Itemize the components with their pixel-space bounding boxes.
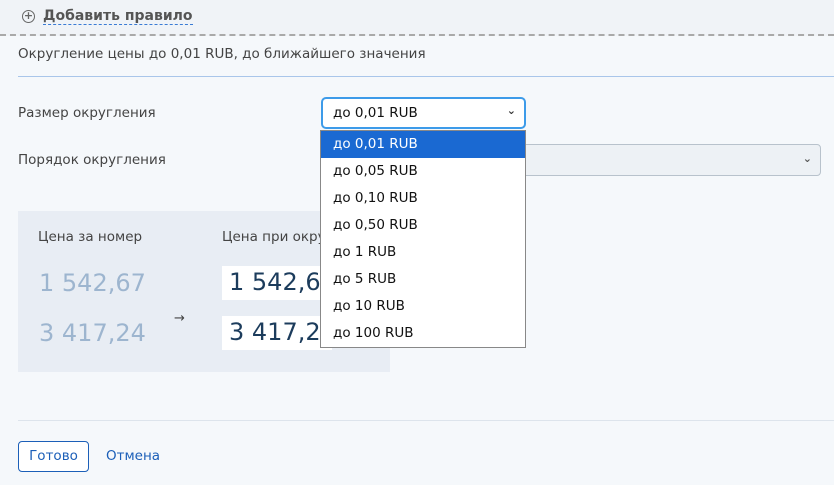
original-price-header: Цена за номер	[38, 229, 143, 245]
order-label: Порядок округления	[18, 152, 166, 168]
rounding-order-select[interactable]: ⌄	[510, 144, 821, 176]
rounding-size-select[interactable]: до 0,01 RUB ⌄	[321, 97, 526, 129]
cancel-link[interactable]: Отмена	[106, 448, 160, 464]
done-button[interactable]: Готово	[18, 441, 89, 472]
rule-summary: Округление цены до 0,01 RUB, до ближайше…	[18, 46, 426, 62]
add-rule-button[interactable]: + Добавить правило	[22, 8, 193, 25]
option[interactable]: до 0,10 RUB	[321, 185, 525, 212]
option[interactable]: до 0,05 RUB	[321, 158, 525, 185]
size-label: Размер округления	[18, 105, 156, 121]
rounding-size-value: до 0,01 RUB	[333, 105, 418, 121]
arrow-right-icon: →	[174, 311, 185, 326]
option[interactable]: до 10 RUB	[321, 293, 525, 320]
divider	[18, 76, 834, 77]
original-price: 1 542,67	[39, 269, 146, 297]
chevron-down-icon: ⌄	[802, 152, 812, 165]
rounded-price: 1 542,67	[222, 266, 332, 300]
rounded-price: 3 417,24	[222, 316, 332, 350]
plus-circle-icon: +	[22, 9, 35, 23]
divider	[18, 420, 834, 421]
option[interactable]: до 0,01 RUB	[321, 131, 525, 158]
chevron-down-icon: ⌄	[506, 104, 516, 117]
rule-header: + Добавить правило	[0, 0, 834, 36]
option[interactable]: до 1 RUB	[321, 239, 525, 266]
add-rule-label: Добавить правило	[43, 8, 193, 25]
rounding-size-dropdown: до 0,01 RUB до 0,05 RUB до 0,10 RUB до 0…	[320, 130, 526, 348]
rounded-price-header: Цена при окру	[222, 229, 326, 245]
original-price: 3 417,24	[39, 319, 146, 347]
option[interactable]: до 100 RUB	[321, 320, 525, 347]
option[interactable]: до 0,50 RUB	[321, 212, 525, 239]
option[interactable]: до 5 RUB	[321, 266, 525, 293]
